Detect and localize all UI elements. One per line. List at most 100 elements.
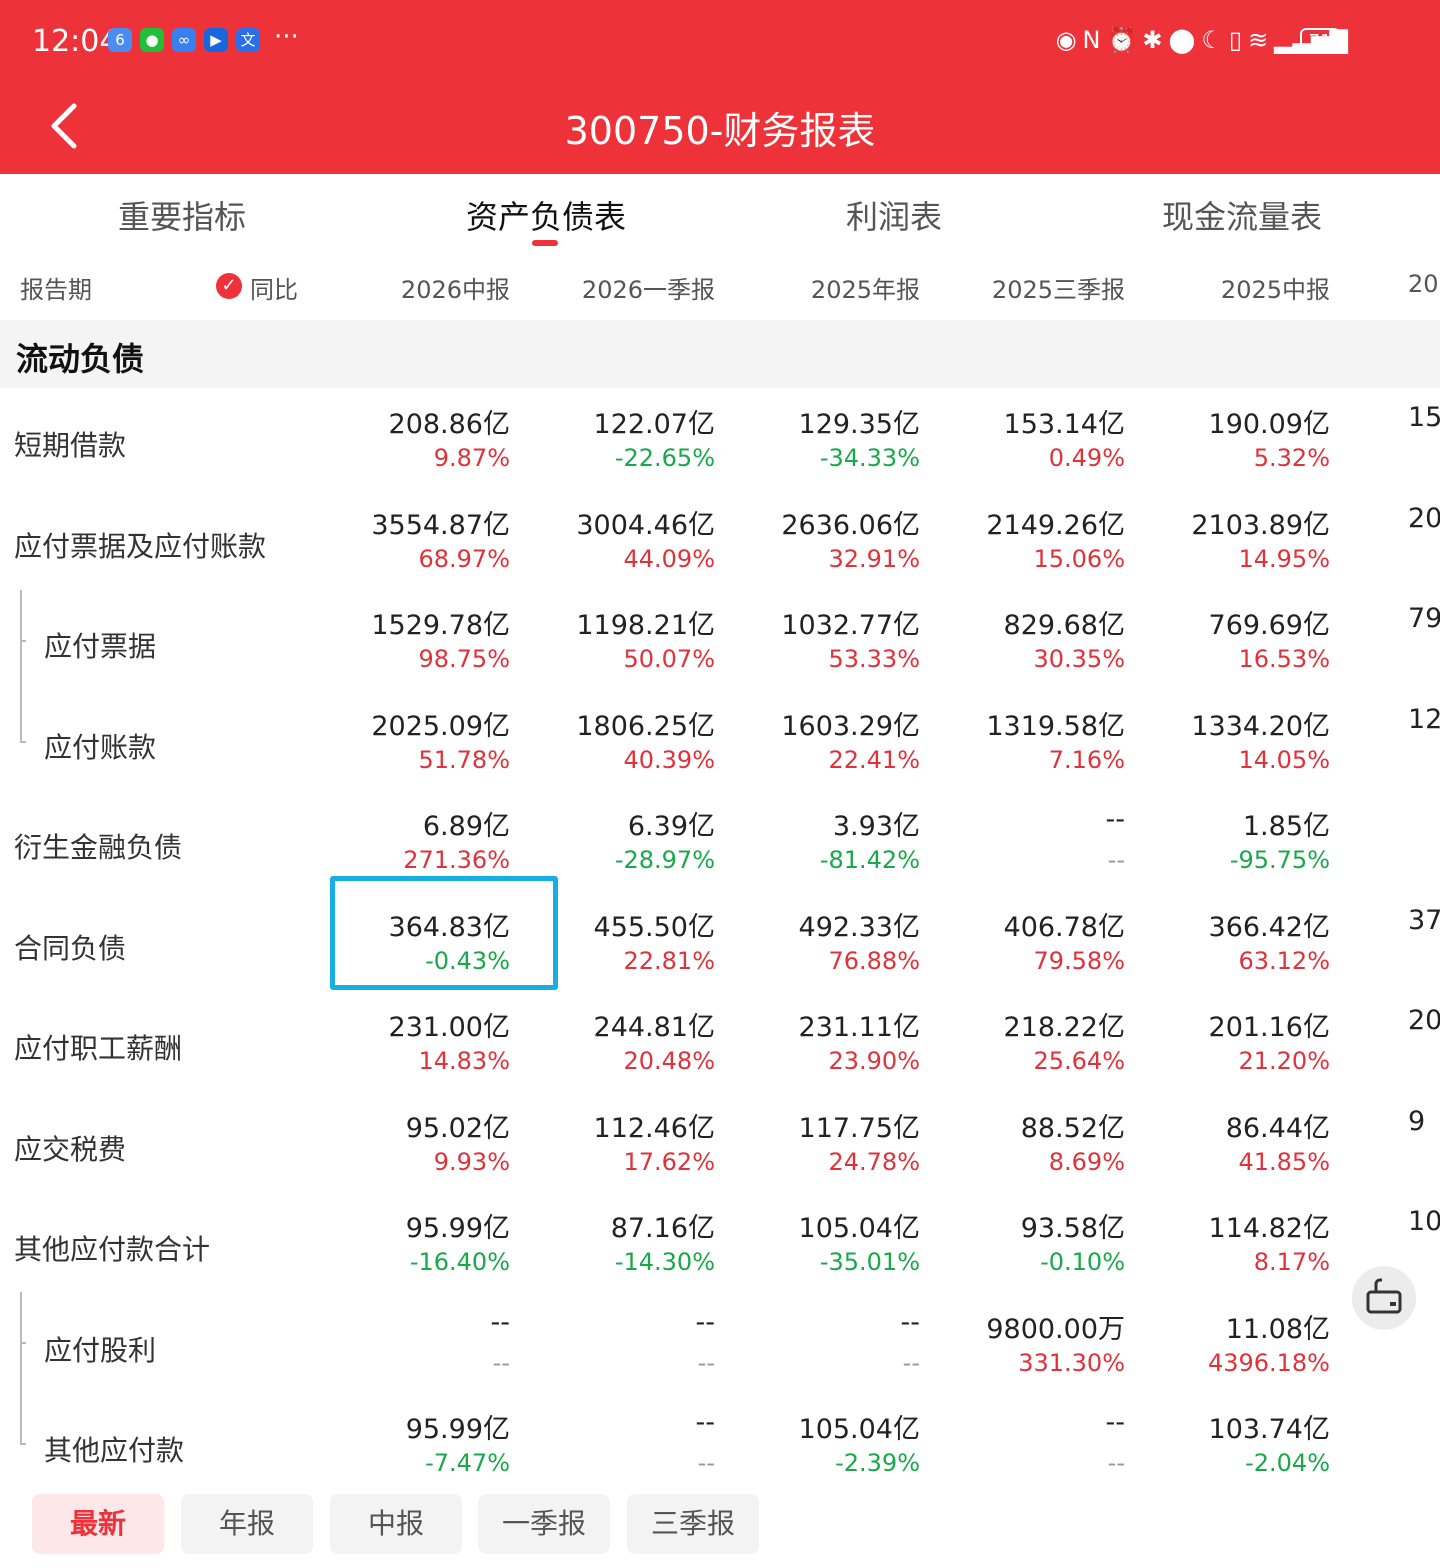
cell-change: 98.75% bbox=[418, 645, 510, 673]
cell-value: 201.16亿 bbox=[1208, 1012, 1330, 1043]
cell-change: -- bbox=[492, 1348, 510, 1377]
cell-value: -- bbox=[695, 1306, 716, 1338]
tab-income-statement[interactable]: 利润表 bbox=[846, 192, 942, 238]
cell-change: -- bbox=[902, 1348, 920, 1377]
row-label: 其他应付款合计 bbox=[14, 1233, 211, 1266]
tree-tick bbox=[20, 640, 26, 642]
cell-change: -95.75% bbox=[1229, 846, 1330, 874]
cell-value: 455.50亿 bbox=[593, 911, 715, 943]
cell-value: 153.14亿 bbox=[1003, 409, 1125, 440]
row-label: 衍生金融负债 bbox=[14, 831, 183, 864]
cell-change: 17.62% bbox=[623, 1147, 715, 1176]
status-more-icon: ··· bbox=[274, 22, 299, 52]
tree-line bbox=[20, 590, 22, 742]
period-header: 2025年报 bbox=[810, 276, 920, 304]
row-label: 合同负债 bbox=[14, 931, 127, 965]
filter-annual[interactable]: 年报 bbox=[181, 1494, 313, 1554]
filter-q3[interactable]: 三季报 bbox=[627, 1494, 759, 1554]
highlight-box bbox=[330, 876, 558, 990]
cell-value: 190.09亿 bbox=[1208, 409, 1330, 440]
cell-change: -81.42% bbox=[819, 846, 920, 874]
cell-value: 1603.29亿 bbox=[781, 710, 920, 742]
check-icon[interactable]: ✓ bbox=[216, 273, 242, 299]
filter-q1[interactable]: 一季报 bbox=[478, 1494, 610, 1554]
cell-value: 2025.09亿 bbox=[371, 710, 510, 742]
cell-change: -28.97% bbox=[614, 846, 715, 874]
cell-change: -2.39% bbox=[835, 1449, 920, 1477]
cell-change: 9.87% bbox=[433, 444, 510, 472]
top-bar: 12:04 6 ● ∞ ▶ 文 ··· ◉ N ⏰ ✱ ⬤ ☾ ▯ ≋ ▂▃▅▇… bbox=[0, 0, 1440, 174]
status-time: 12:04 bbox=[32, 24, 119, 59]
cell-change: 53.33% bbox=[828, 645, 920, 673]
cell-change: 8.69% bbox=[1048, 1147, 1125, 1176]
cell-change: 44.09% bbox=[623, 544, 715, 573]
cell-change: 41.85% bbox=[1238, 1147, 1330, 1176]
cell-value: 87.16亿 bbox=[610, 1213, 715, 1244]
vibrate-icon: ▯ bbox=[1228, 26, 1243, 54]
cell-value: 3.93亿 bbox=[832, 811, 920, 842]
bluetooth-icon: ✱ bbox=[1142, 26, 1163, 54]
rotate-screen-button[interactable] bbox=[1352, 1266, 1416, 1330]
battery-icon: 71 bbox=[1300, 28, 1340, 52]
cell-value: 129.35亿 bbox=[798, 409, 920, 440]
filter-latest[interactable]: 最新 bbox=[32, 1494, 164, 1554]
cell-change: 30.35% bbox=[1033, 645, 1125, 673]
row-label: 应付票据 bbox=[44, 630, 157, 663]
moon-icon: ☾ bbox=[1201, 26, 1223, 54]
cell-value-partial: 15 bbox=[1408, 402, 1440, 433]
row-label: 应交税费 bbox=[14, 1132, 127, 1166]
cell-value: -- bbox=[695, 1407, 716, 1438]
cell-change: 9.93% bbox=[433, 1147, 510, 1176]
cell-change: 76.88% bbox=[828, 946, 920, 975]
yoy-toggle-label[interactable]: 同比 bbox=[250, 270, 298, 305]
cell-value: 1529.78亿 bbox=[371, 610, 510, 641]
row-label: 其他应付款 bbox=[44, 1434, 185, 1467]
cell-value: 1334.20亿 bbox=[1191, 710, 1330, 742]
location-icon: ⬤ bbox=[1168, 26, 1196, 54]
tab-cash-flow[interactable]: 现金流量表 bbox=[1162, 192, 1322, 238]
cell-value: 492.33亿 bbox=[798, 911, 920, 943]
cell-change: -0.10% bbox=[1040, 1248, 1125, 1276]
cell-change: 40.39% bbox=[623, 745, 715, 774]
cell-value-partial: 128 bbox=[1408, 703, 1440, 735]
cell-value-partial: 9 bbox=[1408, 1105, 1426, 1137]
cell-change: 20.48% bbox=[623, 1047, 715, 1075]
cell-change: 32.91% bbox=[828, 544, 920, 573]
cell-change: 8.17% bbox=[1253, 1248, 1330, 1276]
period-header: 2025中报 bbox=[1220, 276, 1330, 304]
nfc-icon: N bbox=[1082, 26, 1101, 54]
cell-value-partial: 37 bbox=[1408, 904, 1440, 936]
cell-change: 22.81% bbox=[623, 946, 715, 975]
cell-change: 331.30% bbox=[1018, 1348, 1125, 1377]
cell-value: 117.75亿 bbox=[798, 1112, 920, 1144]
wifi-icon: ≋ bbox=[1248, 26, 1269, 54]
page-title: 300750-财务报表 bbox=[564, 109, 876, 153]
tree-tick bbox=[20, 1342, 26, 1344]
period-header: 2026一季报 bbox=[581, 276, 715, 304]
cell-value: 86.44亿 bbox=[1225, 1112, 1330, 1144]
cell-value: 122.07亿 bbox=[593, 409, 715, 440]
cell-value-partial: 10 bbox=[1408, 1206, 1440, 1237]
filter-interim[interactable]: 中报 bbox=[330, 1494, 462, 1554]
tab-key-indicators[interactable]: 重要指标 bbox=[118, 192, 246, 238]
cell-change: -- bbox=[1107, 1449, 1125, 1477]
cell-change: 7.16% bbox=[1048, 745, 1125, 774]
row-label: 应付票据及应付账款 bbox=[14, 529, 267, 563]
report-period-label: 报告期 bbox=[20, 276, 92, 304]
cell-change: -16.40% bbox=[409, 1248, 510, 1276]
cell-value: 231.00亿 bbox=[388, 1012, 510, 1043]
cell-value: 406.78亿 bbox=[1003, 911, 1125, 943]
cell-change: 4396.18% bbox=[1207, 1348, 1330, 1377]
cell-change: 68.97% bbox=[418, 544, 510, 573]
section-header bbox=[0, 320, 1440, 388]
cell-value: -- bbox=[1105, 804, 1126, 835]
row-label: 应付股利 bbox=[44, 1333, 157, 1367]
cell-value: 95.99亿 bbox=[405, 1213, 510, 1244]
cell-value: 88.52亿 bbox=[1020, 1112, 1125, 1144]
cell-change: 16.53% bbox=[1238, 645, 1330, 673]
tab-balance-sheet[interactable]: 资产负债表 bbox=[466, 192, 626, 238]
cell-change: 50.07% bbox=[623, 645, 715, 673]
active-tab-indicator bbox=[532, 240, 558, 246]
cell-value: 244.81亿 bbox=[593, 1012, 715, 1043]
cell-value: -- bbox=[1105, 1407, 1126, 1438]
